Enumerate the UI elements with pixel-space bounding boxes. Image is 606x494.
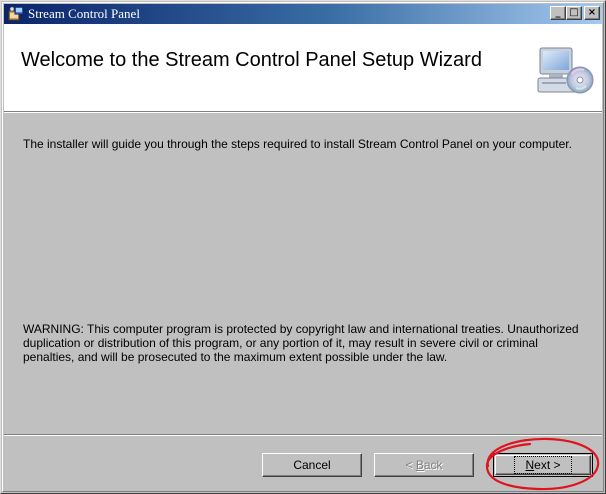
minimize-icon: _: [555, 7, 561, 18]
title-bar[interactable]: Stream Control Panel _ □ ×: [4, 4, 602, 24]
maximize-button[interactable]: □: [566, 6, 582, 20]
computer-with-cd-icon: [537, 47, 594, 94]
cancel-button[interactable]: Cancel: [262, 453, 362, 477]
header-divider: [4, 111, 602, 113]
next-button-label: Next >: [514, 456, 572, 474]
page-title: Welcome to the Stream Control Panel Setu…: [21, 49, 482, 71]
caption-buttons: _ □ ×: [550, 6, 600, 20]
close-icon: ×: [587, 7, 597, 18]
next-label-rest: ext >: [534, 458, 561, 472]
wizard-header: Welcome to the Stream Control Panel Setu…: [4, 24, 602, 111]
back-button-label: < Back: [405, 458, 442, 472]
copyright-warning: WARNING: This computer program is protec…: [23, 322, 579, 364]
back-label-rest: ack: [423, 458, 443, 472]
intro-text: The installer will guide you through the…: [23, 137, 572, 151]
setup-wizard-window: Stream Control Panel _ □ × Welcome to th…: [0, 0, 606, 494]
next-button[interactable]: Next >: [493, 453, 593, 477]
window-title: Stream Control Panel: [28, 6, 140, 21]
next-button-face: Next >: [495, 455, 591, 475]
minimize-button[interactable]: _: [550, 6, 566, 20]
back-label-prefix: <: [405, 458, 416, 472]
cancel-button-label: Cancel: [293, 458, 331, 472]
back-button: < Back: [374, 453, 474, 477]
footer-divider: [4, 434, 602, 436]
next-label-accel: N: [525, 458, 535, 472]
back-label-accel: B: [415, 458, 424, 472]
installer-app-icon: [8, 6, 24, 21]
close-button[interactable]: ×: [584, 6, 600, 20]
maximize-icon: □: [569, 7, 579, 18]
